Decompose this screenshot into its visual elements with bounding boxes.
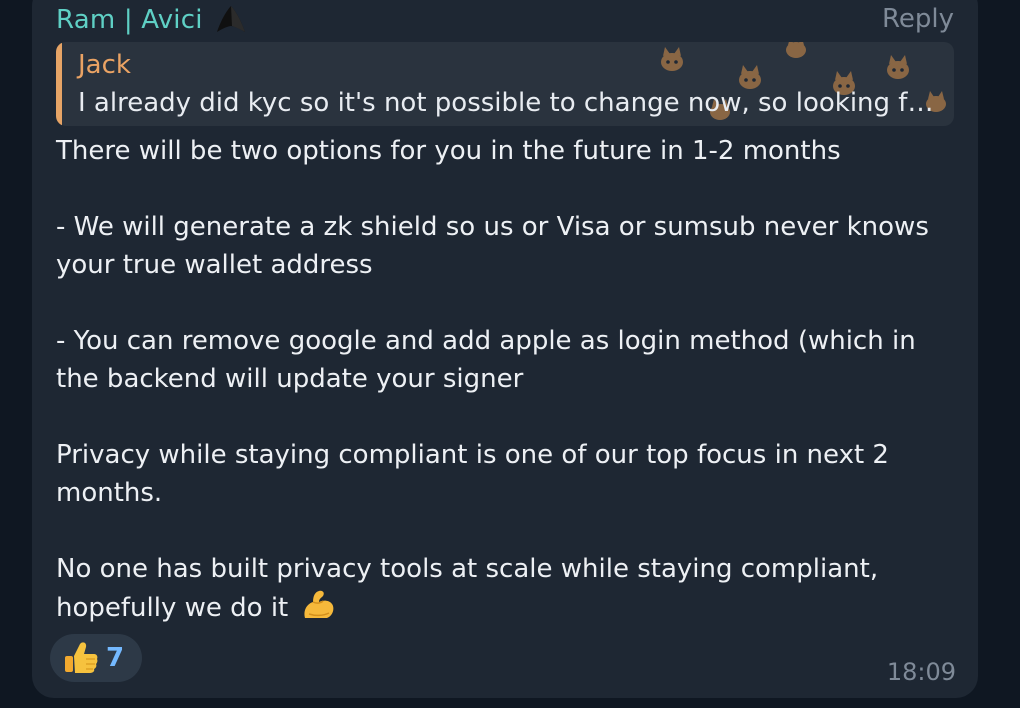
- quoted-author: Jack: [78, 50, 131, 80]
- message-time: 18:09: [886, 658, 956, 686]
- message-paragraph: Privacy while staying compliant is one o…: [56, 440, 889, 508]
- sender-name[interactable]: Ram | Avici: [56, 5, 203, 35]
- message-paragraph: - You can remove google and add apple as…: [56, 326, 916, 394]
- message-header: Ram | Avici: [56, 2, 251, 38]
- quoted-text: I already did kyc so it's not possible t…: [78, 88, 938, 118]
- message-text: There will be two options for you in the…: [56, 132, 956, 627]
- reaction-thumbs-up[interactable]: 7: [50, 634, 143, 682]
- message-paragraph: There will be two options for you in the…: [56, 136, 841, 166]
- quote-accent-bar: [56, 42, 62, 126]
- message-paragraph: - We will generate a zk shield so us or …: [56, 212, 929, 280]
- reply-button[interactable]: Reply: [882, 4, 954, 34]
- message-paragraph: No one has built privacy tools at scale …: [56, 550, 956, 627]
- message-bubble[interactable]: Ram | Avici Reply Jack I already did kyc…: [32, 0, 978, 698]
- thumbs-up-emoji: [62, 640, 100, 676]
- quoted-message[interactable]: Jack I already did kyc so it's not possi…: [56, 42, 954, 126]
- message-paragraph-text: No one has built privacy tools at scale …: [56, 554, 879, 623]
- sender-badge-icon: [211, 2, 251, 38]
- flexed-biceps-emoji: [301, 588, 337, 622]
- reaction-count: 7: [106, 643, 125, 673]
